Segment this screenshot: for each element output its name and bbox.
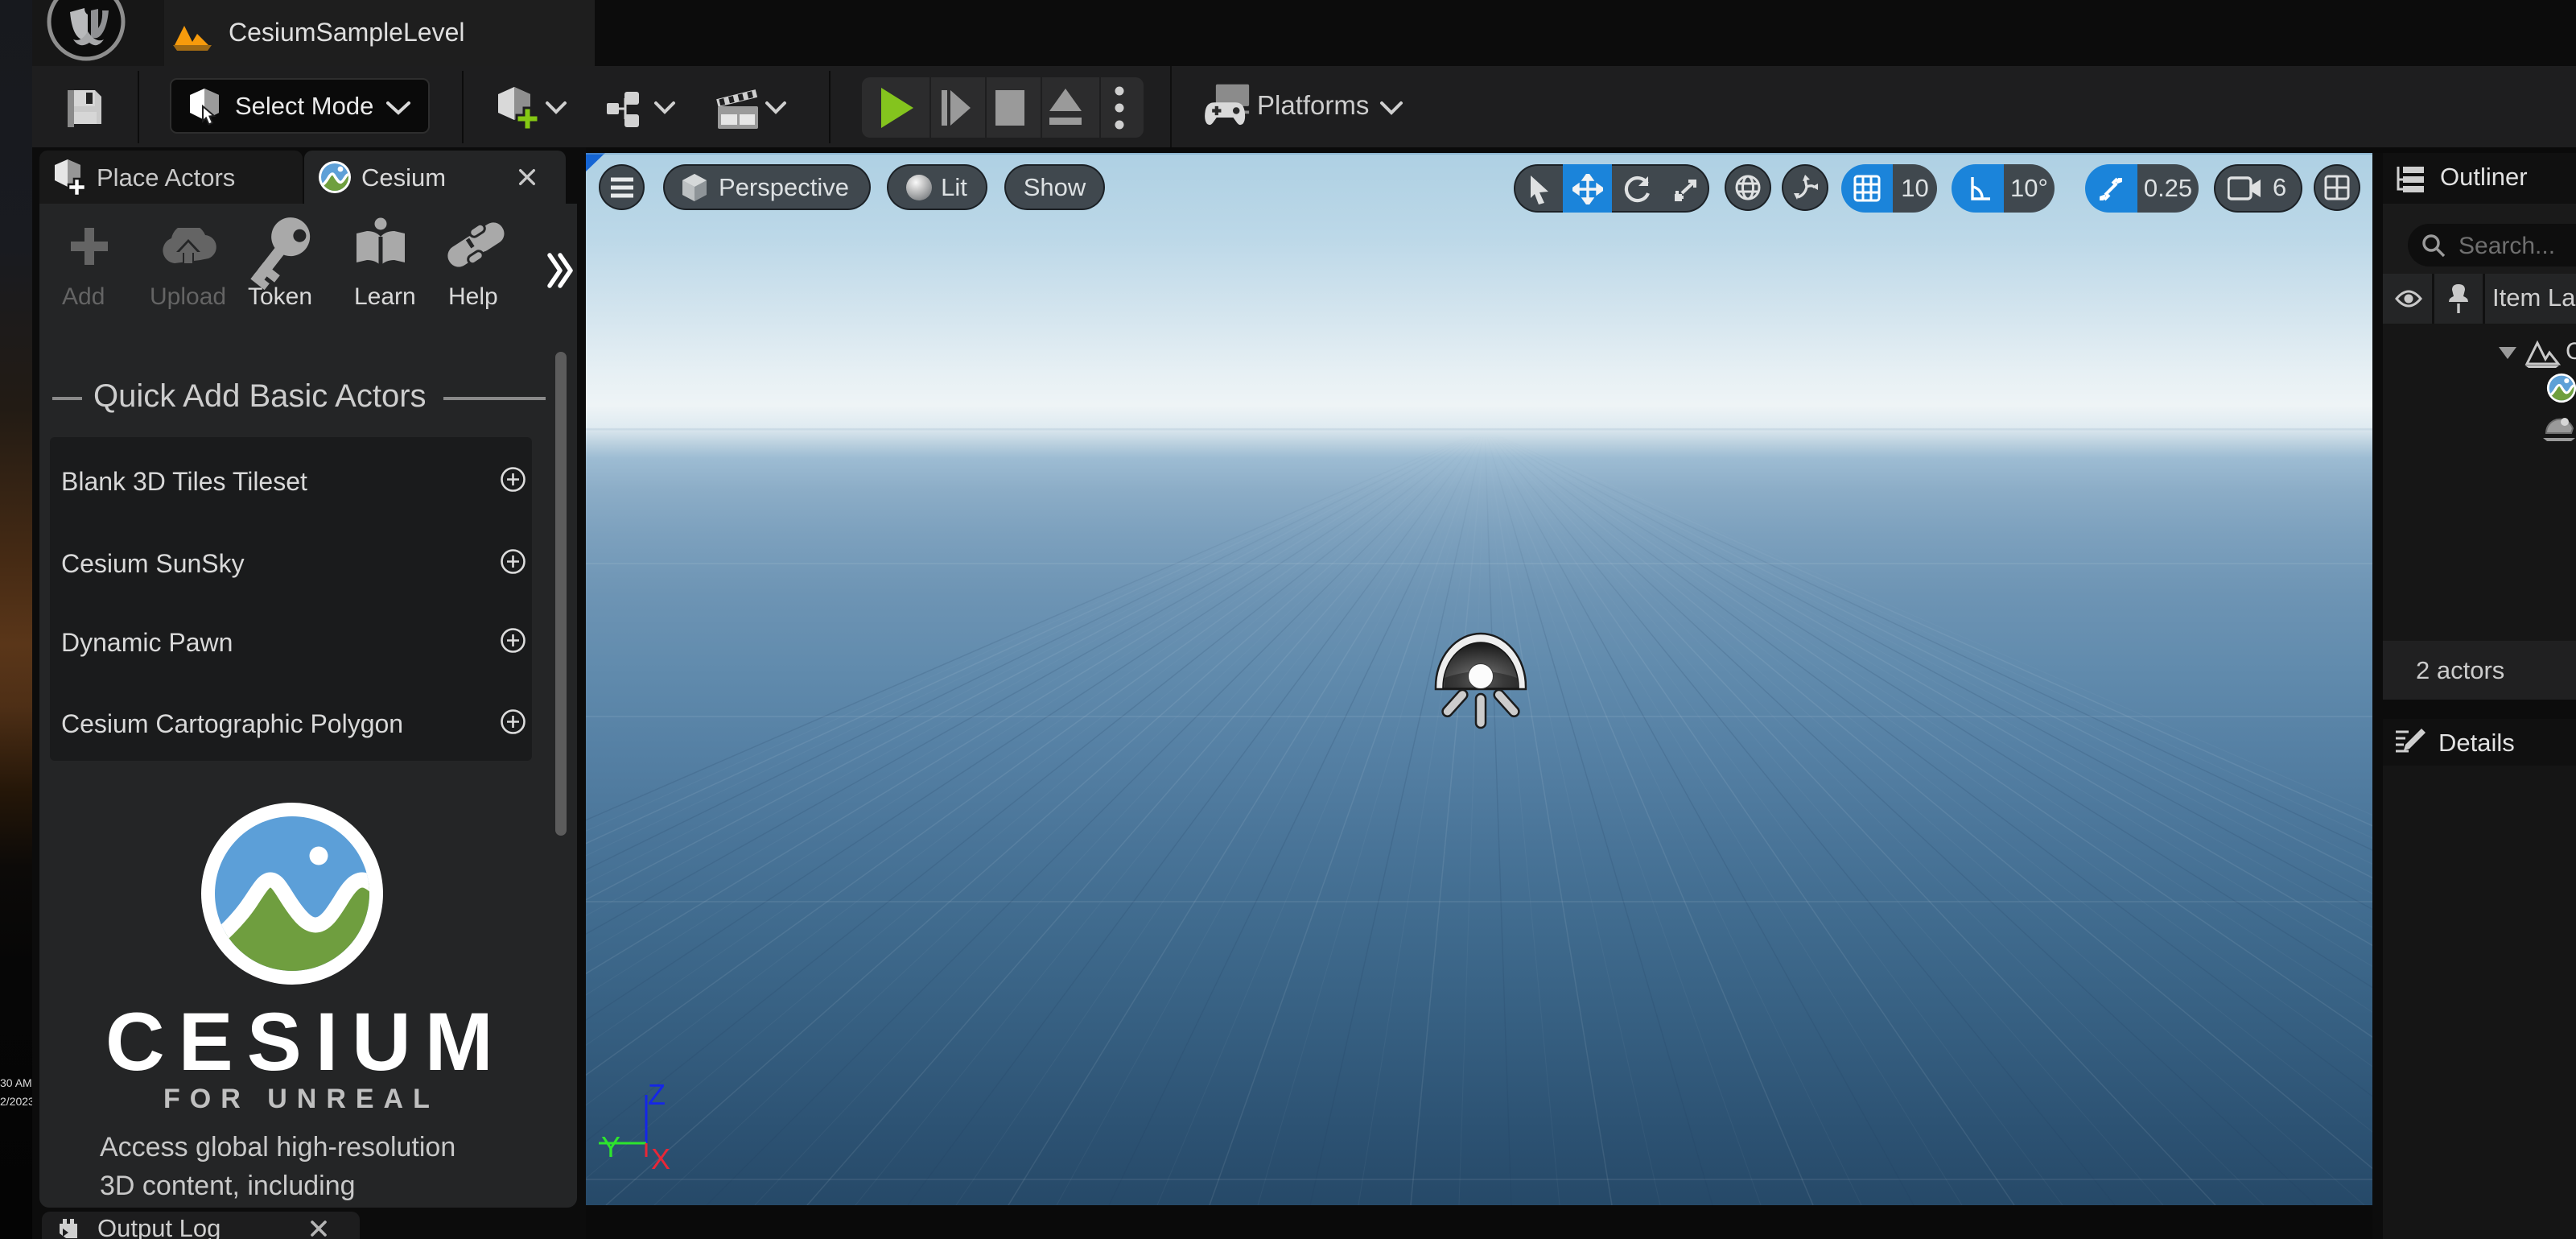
svg-text:Y: Y (601, 1130, 620, 1163)
svg-text:Z: Z (648, 1079, 666, 1111)
svg-text:X: X (651, 1142, 670, 1175)
